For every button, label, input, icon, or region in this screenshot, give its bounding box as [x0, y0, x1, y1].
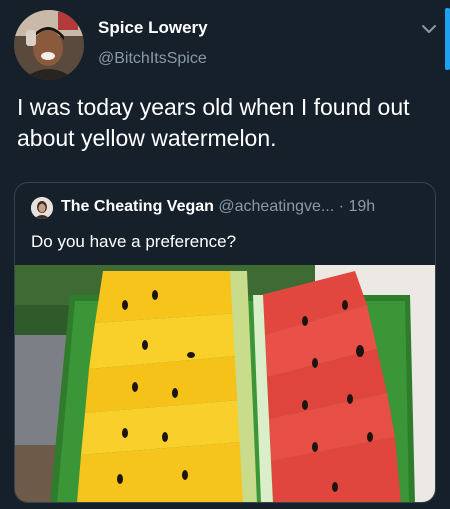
quote-timestamp[interactable]: 19h: [348, 198, 375, 215]
quote-text: Do you have a preference?: [31, 232, 237, 251]
author-handle[interactable]: @BitchItsSpice: [98, 50, 207, 68]
author-avatar[interactable]: [14, 10, 84, 80]
watermelon-image: [15, 265, 435, 502]
chevron-down-icon[interactable]: [420, 22, 438, 36]
yellow-watermelon-slices: [77, 271, 257, 502]
quoted-tweet-card[interactable]: The Cheating Vegan @acheatingve... · 19h…: [14, 182, 436, 503]
quote-separator: ·: [338, 198, 345, 215]
tweet-text: I was today years old when I found out a…: [17, 94, 410, 151]
scrollbar-accent: [445, 8, 450, 70]
quote-author-handle[interactable]: @acheatingve...: [218, 198, 334, 215]
watermelon-photo[interactable]: [15, 265, 435, 502]
author-name[interactable]: Spice Lowery: [98, 18, 208, 38]
quote-author-avatar[interactable]: [31, 197, 53, 219]
quote-author-name[interactable]: The Cheating Vegan: [61, 198, 214, 215]
quote-header: The Cheating Vegan @acheatingve... · 19h: [61, 198, 431, 216]
tweet: Spice Lowery @BitchItsSpice I was today …: [0, 0, 450, 509]
avatar-photo: [14, 10, 84, 80]
